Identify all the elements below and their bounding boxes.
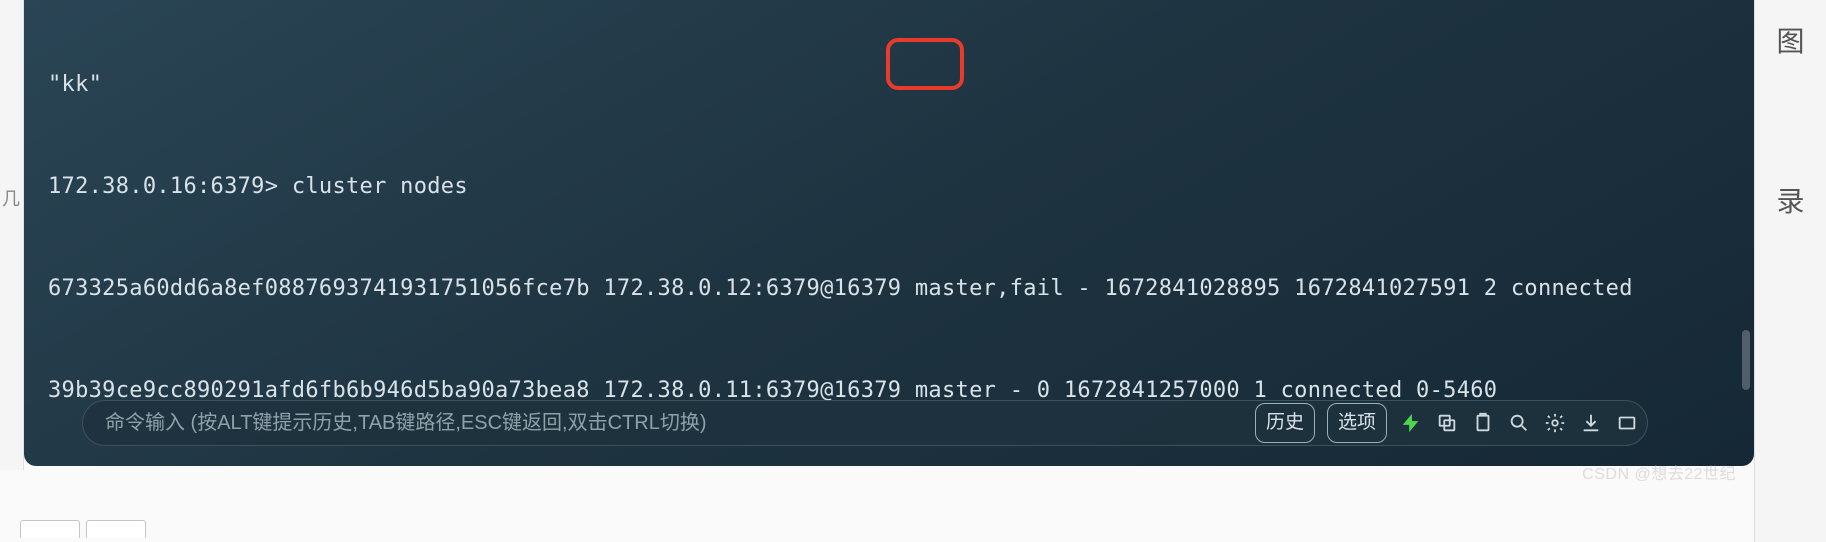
watermark: CSDN @想去22世纪 <box>1582 460 1736 484</box>
command-text: cluster nodes <box>292 174 468 199</box>
options-button[interactable]: 选项 <box>1327 403 1387 443</box>
bolt-icon[interactable] <box>1399 411 1423 435</box>
paste-icon[interactable] <box>1471 411 1495 435</box>
bottom-tabs <box>20 520 146 542</box>
tab-stub[interactable] <box>20 520 80 538</box>
output-line: 172.38.0.16:6379> cluster nodes <box>48 170 1734 204</box>
history-button[interactable]: 历史 <box>1255 403 1315 443</box>
copy-icon[interactable] <box>1435 411 1459 435</box>
gear-icon[interactable] <box>1543 411 1567 435</box>
command-bar: 历史 选项 <box>82 400 1648 446</box>
prompt: 172.38.0.16:6379> <box>48 174 292 199</box>
search-icon[interactable] <box>1507 411 1531 435</box>
sidebar-label-top[interactable]: 图 <box>1776 20 1804 60</box>
tab-stub[interactable] <box>86 520 146 538</box>
terminal-output: "kk" 172.38.0.16:6379> cluster nodes 673… <box>48 0 1734 466</box>
scrollbar-thumb[interactable] <box>1742 330 1750 390</box>
left-gutter-label: 几 <box>2 185 20 211</box>
download-icon[interactable] <box>1579 411 1603 435</box>
output-line: 673325a60dd6a8ef0887693741931751056fce7b… <box>48 272 1734 306</box>
fullscreen-icon[interactable] <box>1615 411 1639 435</box>
command-input[interactable] <box>103 411 1255 436</box>
left-gutter: 几 <box>0 0 24 470</box>
right-sidebar: 图 录 <box>1754 0 1826 542</box>
sidebar-label-bottom[interactable]: 录 <box>1776 180 1804 220</box>
output-line: "kk" <box>48 68 1734 102</box>
terminal[interactable]: "kk" 172.38.0.16:6379> cluster nodes 673… <box>24 0 1754 466</box>
command-bar-actions: 历史 选项 <box>1255 403 1639 443</box>
